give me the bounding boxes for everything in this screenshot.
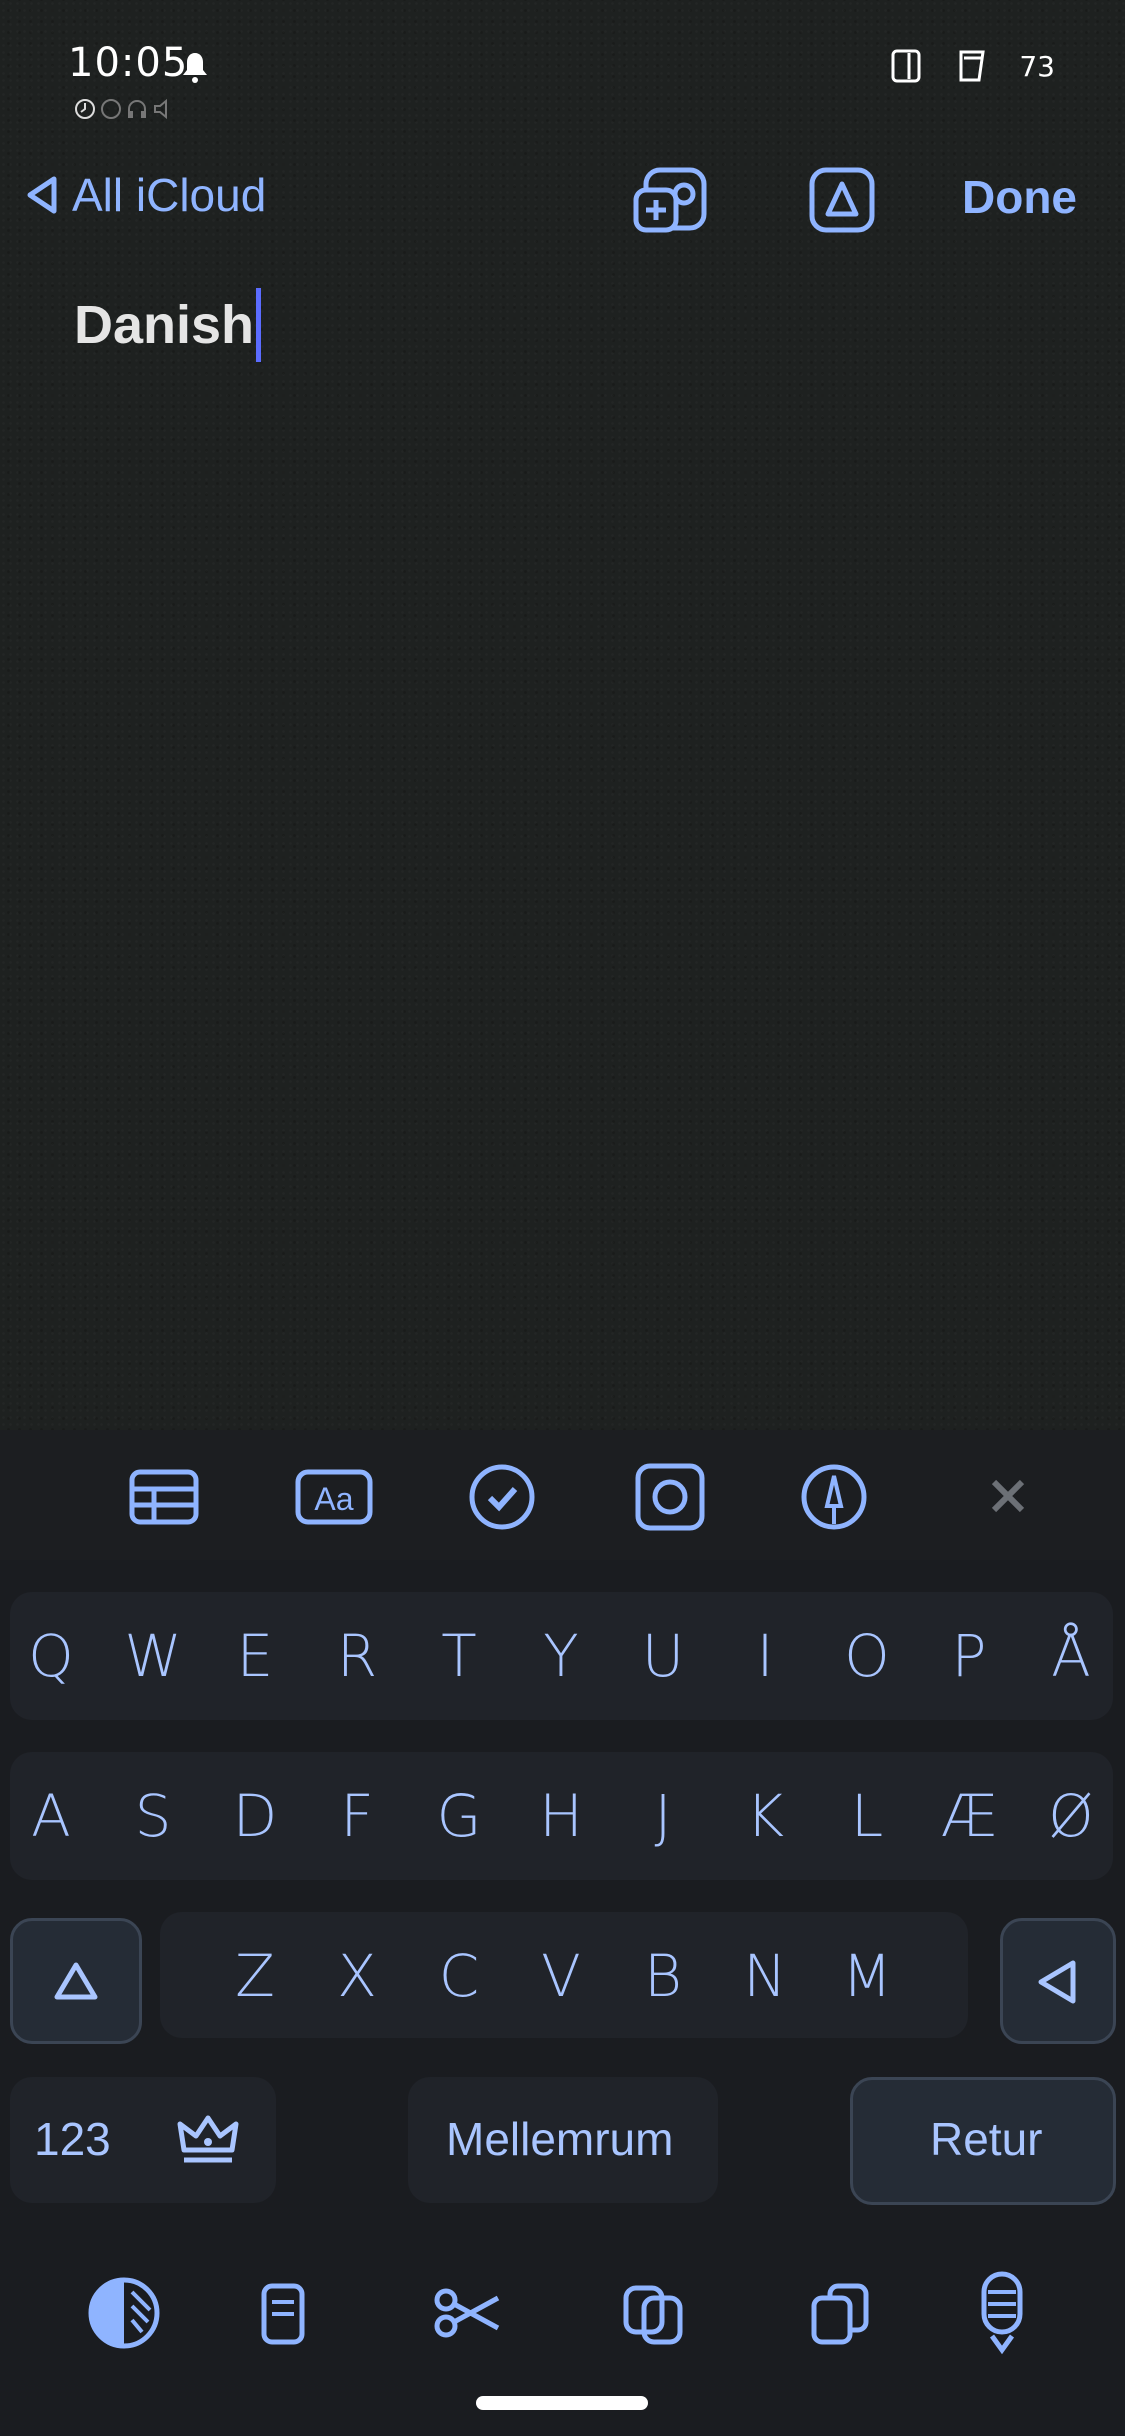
cut-button[interactable] (428, 2270, 508, 2356)
key-j[interactable]: J (623, 1752, 703, 1880)
theme-icon (84, 2270, 164, 2356)
share-collaborate-button[interactable] (632, 160, 712, 240)
key-z[interactable]: Z (215, 1912, 295, 2040)
note-title: Danish (74, 295, 255, 355)
return-label: Retur (930, 2113, 1043, 2165)
key-i[interactable]: I (725, 1592, 805, 1720)
key-n[interactable]: N (725, 1912, 805, 2040)
battery-level: 73 (1019, 49, 1055, 83)
key-v[interactable]: V (521, 1912, 601, 2040)
key-x[interactable]: X (317, 1912, 397, 2040)
backspace-key[interactable] (1000, 1918, 1116, 2044)
dual-sim-icon (889, 48, 925, 84)
numbers-label: 123 (34, 2113, 111, 2165)
pen-button[interactable] (794, 1462, 874, 1532)
tablet-icon (955, 48, 989, 84)
backspace-icon (1031, 1955, 1085, 2009)
shift-key[interactable] (10, 1918, 142, 2044)
key-r[interactable]: R (317, 1592, 397, 1720)
copy-icon (614, 2270, 694, 2356)
key-g[interactable]: G (419, 1752, 499, 1880)
text-format-button[interactable]: Aa (294, 1462, 374, 1532)
back-button[interactable]: All iCloud (22, 168, 266, 222)
headphones-small-icon (126, 98, 148, 120)
key-ae[interactable]: Æ (929, 1752, 1009, 1880)
status-time: 10:05 (68, 40, 189, 86)
key-m[interactable]: M (827, 1912, 907, 2040)
text-format-icon: Aa (294, 1462, 374, 1532)
svg-text:Aa: Aa (314, 1481, 353, 1517)
key-aa[interactable]: Å (1031, 1592, 1111, 1720)
theme-button[interactable] (84, 2270, 164, 2356)
key-a[interactable]: A (11, 1752, 91, 1880)
key-k[interactable]: K (725, 1752, 805, 1880)
camera-button[interactable] (630, 1462, 710, 1532)
paste-icon (800, 2270, 880, 2356)
back-label: All iCloud (72, 169, 267, 221)
clipboard-icon (242, 2270, 322, 2356)
markup-button[interactable] (802, 160, 882, 240)
microphone-icon (962, 2270, 1042, 2356)
clock-small-icon (74, 98, 96, 120)
back-chevron-icon (22, 173, 62, 217)
checklist-icon (462, 1462, 542, 1532)
key-o[interactable]: O (827, 1592, 907, 1720)
checklist-button[interactable] (462, 1462, 542, 1532)
done-button[interactable]: Done (962, 170, 1077, 224)
key-e[interactable]: E (215, 1592, 295, 1720)
share-collaborate-icon (632, 160, 712, 240)
close-icon (970, 1462, 1050, 1532)
key-h[interactable]: H (521, 1752, 601, 1880)
pen-icon (794, 1462, 874, 1532)
key-s[interactable]: S (113, 1752, 193, 1880)
speaker-small-icon (152, 98, 174, 120)
key-q[interactable]: Q (11, 1592, 91, 1720)
crown-icon[interactable] (176, 2110, 240, 2166)
key-oe[interactable]: Ø (1031, 1752, 1111, 1880)
key-u[interactable]: U (623, 1592, 703, 1720)
key-t[interactable]: T (419, 1592, 499, 1720)
home-indicator[interactable] (476, 2396, 648, 2410)
paste-button[interactable] (800, 2270, 880, 2356)
key-y[interactable]: Y (521, 1592, 601, 1720)
status-right: 73 (889, 48, 1055, 84)
note-editor[interactable]: Danish (74, 288, 262, 362)
table-button[interactable] (124, 1462, 204, 1532)
circle-small-icon (100, 98, 122, 120)
key-d[interactable]: D (215, 1752, 295, 1880)
microphone-button[interactable] (962, 2270, 1042, 2356)
close-toolbar-button[interactable] (970, 1462, 1050, 1532)
key-w[interactable]: W (113, 1592, 193, 1720)
key-b[interactable]: B (623, 1912, 703, 2040)
bell-icon (180, 50, 210, 84)
key-f[interactable]: F (317, 1752, 397, 1880)
key-c[interactable]: C (419, 1912, 499, 2040)
shift-icon (51, 1959, 101, 2005)
key-p[interactable]: P (929, 1592, 1009, 1720)
clipboard-button[interactable] (242, 2270, 322, 2356)
table-icon (124, 1462, 204, 1532)
copy-button[interactable] (614, 2270, 694, 2356)
text-caret (256, 288, 262, 362)
notification-icons (74, 98, 174, 120)
scissors-icon (428, 2270, 508, 2356)
markup-icon (802, 160, 882, 240)
key-l[interactable]: L (827, 1752, 907, 1880)
space-label: Mellemrum (446, 2113, 674, 2165)
camera-icon (630, 1462, 710, 1532)
